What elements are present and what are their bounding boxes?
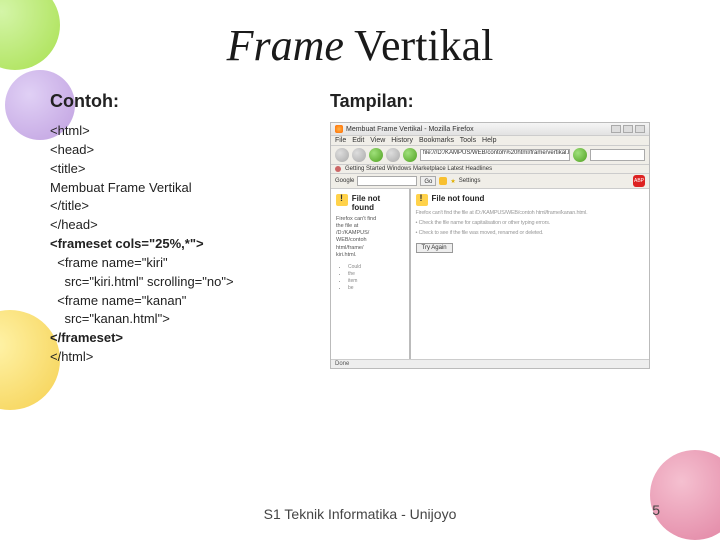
google-input[interactable] bbox=[357, 176, 417, 186]
google-label: Google bbox=[335, 178, 354, 184]
left-error-text: Firefox can't find the file at /D:/KAMPU… bbox=[336, 216, 404, 259]
browser-titlebar: Membuat Frame Vertikal - Mozilla Firefox bbox=[331, 123, 649, 136]
close-button[interactable] bbox=[635, 125, 645, 133]
abp-icon[interactable]: ABP bbox=[633, 175, 645, 187]
warning-icon bbox=[336, 194, 348, 206]
status-bar: Done bbox=[331, 359, 649, 368]
frame-right: File not found Firefox can't find the fi… bbox=[411, 189, 650, 359]
reload-button[interactable] bbox=[369, 148, 383, 162]
title-italic: Frame bbox=[227, 21, 344, 70]
go-button[interactable] bbox=[573, 148, 587, 162]
google-icon bbox=[439, 177, 447, 185]
max-button[interactable] bbox=[623, 125, 633, 133]
min-button[interactable] bbox=[611, 125, 621, 133]
bookmarks-bar[interactable]: Getting Started Windows Marketplace Late… bbox=[331, 165, 649, 174]
bookmark-star-icon[interactable]: ★ bbox=[450, 178, 455, 185]
right-error-msg: Firefox can't find the file at /D:/KAMPU… bbox=[416, 210, 645, 217]
slide-title: Frame Vertikal bbox=[50, 20, 670, 71]
right-error-b1: • Check the file name for capitalisation… bbox=[416, 220, 645, 227]
google-go-button[interactable]: Go bbox=[420, 176, 436, 186]
google-toolbar: Google Go ★ Settings ABP bbox=[331, 174, 649, 189]
decor-circle-pink bbox=[650, 450, 720, 540]
google-settings[interactable]: Settings bbox=[459, 178, 481, 184]
right-heading: Tampilan: bbox=[330, 91, 670, 112]
left-error-title: File not found bbox=[352, 194, 404, 212]
address-bar[interactable]: file:///D:/KAMPUS/WEB/contoh%20html/fram… bbox=[420, 149, 570, 161]
footer-text: S1 Teknik Informatika - Unijoyo bbox=[0, 506, 720, 522]
try-again-button[interactable]: Try Again bbox=[416, 243, 453, 253]
title-normal: Vertikal bbox=[344, 21, 494, 70]
left-heading: Contoh: bbox=[50, 91, 310, 112]
browser-window: Membuat Frame Vertikal - Mozilla Firefox… bbox=[330, 122, 650, 369]
window-title: Membuat Frame Vertikal - Mozilla Firefox bbox=[346, 126, 474, 133]
left-bullets: Could the item be bbox=[336, 264, 404, 292]
browser-toolbar: file:///D:/KAMPUS/WEB/contoh%20html/fram… bbox=[331, 146, 649, 165]
code-sample: <html> <head> <title> Membuat Frame Vert… bbox=[50, 122, 310, 367]
bookmark-icon bbox=[335, 166, 341, 172]
frame-left: File not found Firefox can't find the fi… bbox=[331, 189, 411, 359]
warning-icon bbox=[416, 194, 428, 206]
right-error-b2: • Check to see if the file was moved, re… bbox=[416, 230, 645, 237]
firefox-icon bbox=[335, 125, 343, 133]
right-error-title: File not found bbox=[432, 194, 485, 203]
browser-menubar[interactable]: File Edit View History Bookmarks Tools H… bbox=[331, 136, 649, 146]
page-number: 5 bbox=[652, 502, 660, 518]
search-box[interactable] bbox=[590, 149, 645, 161]
home-button[interactable] bbox=[403, 148, 417, 162]
forward-button[interactable] bbox=[352, 148, 366, 162]
bookmarks-text: Getting Started Windows Marketplace Late… bbox=[345, 166, 492, 172]
back-button[interactable] bbox=[335, 148, 349, 162]
stop-button[interactable] bbox=[386, 148, 400, 162]
